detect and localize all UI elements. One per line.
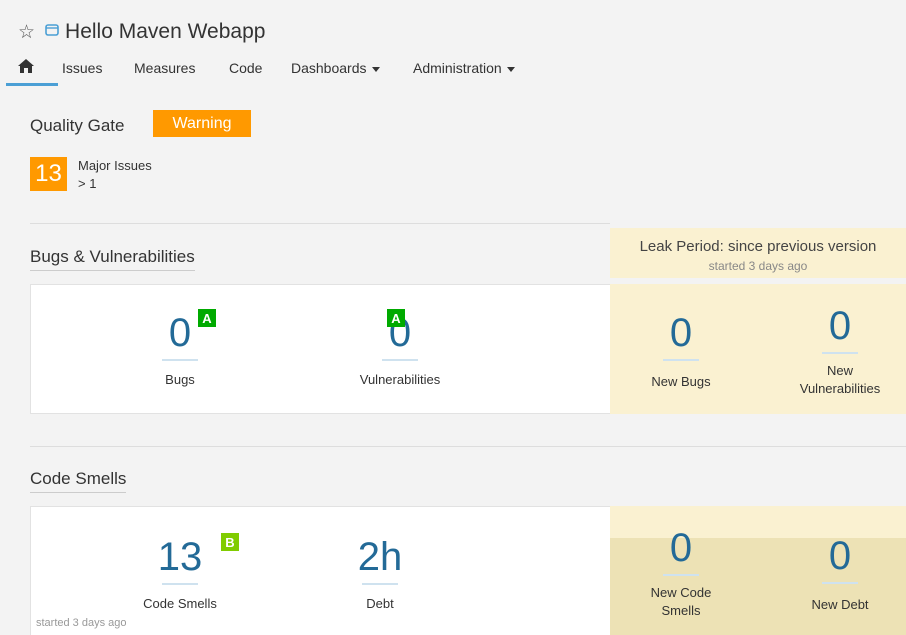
code-smells-title: Code Smells — [30, 469, 127, 493]
debt-metric: 2h Debt — [330, 537, 430, 613]
vulnerabilities-rating-badge[interactable]: A — [387, 309, 405, 327]
code-smells-metric: 13 Code Smells — [130, 537, 230, 613]
code-smells-label: Code Smells — [143, 596, 217, 611]
chevron-down-icon — [371, 66, 380, 72]
bugs-vulnerabilities-title: Bugs & Vulnerabilities — [30, 247, 195, 271]
new-vulnerabilities-label-line1: New — [826, 363, 853, 378]
metric-underline — [162, 359, 198, 361]
new-code-smells-value[interactable]: 0 — [611, 528, 751, 568]
metric-underline — [822, 582, 858, 584]
new-debt-label: New Debt — [811, 597, 869, 612]
bugs-label: Bugs — [165, 372, 195, 387]
metric-underline — [663, 574, 699, 576]
vulnerabilities-label: Vulnerabilities — [359, 372, 441, 387]
new-code-smells-label-line2: Smells — [661, 603, 701, 619]
debt-value[interactable]: 2h — [330, 537, 430, 577]
metric-underline — [822, 352, 858, 354]
section-divider — [30, 446, 906, 447]
major-issues-count[interactable]: 13 — [30, 157, 67, 191]
leak-period-title: Leak Period: since previous version — [639, 238, 877, 255]
nav-measures[interactable]: Measures — [134, 60, 195, 76]
nav-code[interactable]: Code — [229, 60, 262, 76]
project-icon — [45, 23, 59, 41]
new-vulnerabilities-label: New Vulnerabilities — [770, 362, 906, 398]
metric-underline — [663, 359, 699, 361]
new-code-smells-label-line1: New Code — [650, 585, 712, 600]
major-issues-threshold: > 1 — [78, 176, 97, 191]
metric-underline — [382, 359, 418, 361]
leak-period-started: started 3 days ago — [708, 259, 808, 273]
new-bugs-metric: 0 New Bugs — [611, 313, 751, 391]
quality-gate-label: Quality Gate — [30, 116, 125, 135]
new-bugs-value[interactable]: 0 — [611, 313, 751, 353]
leak-period-banner: Leak Period: since previous version star… — [610, 228, 906, 278]
metric-underline — [162, 583, 198, 585]
new-debt-metric: 0 New Debt — [770, 536, 906, 614]
nav-dashboards-label: Dashboards — [291, 60, 367, 76]
nav-administration[interactable]: Administration — [413, 60, 515, 76]
debt-label: Debt — [366, 596, 394, 611]
bugs-rating-badge[interactable]: A — [198, 309, 216, 327]
code-smells-started: started 3 days ago — [36, 617, 127, 629]
new-vulnerabilities-metric: 0 New Vulnerabilities — [770, 306, 906, 398]
code-smells-value[interactable]: 13 — [130, 537, 230, 577]
chevron-down-icon — [506, 66, 515, 72]
star-icon[interactable]: ☆ — [18, 23, 35, 42]
code-smells-rating-badge[interactable]: B — [221, 533, 239, 551]
section-divider — [30, 223, 610, 224]
project-nav: Issues Measures Code Dashboards Administ… — [0, 56, 906, 86]
new-code-smells-metric: 0 New Code Smells — [611, 528, 751, 620]
nav-dashboards[interactable]: Dashboards — [291, 60, 380, 76]
quality-gate-status-badge: Warning — [153, 110, 251, 137]
new-bugs-label: New Bugs — [651, 374, 711, 389]
project-header: ☆ Hello Maven Webapp Issues Measures Cod… — [0, 0, 906, 90]
home-icon — [18, 59, 34, 73]
nav-administration-label: Administration — [413, 60, 502, 76]
metric-underline — [362, 583, 398, 585]
new-debt-value[interactable]: 0 — [770, 536, 906, 576]
nav-issues[interactable]: Issues — [62, 60, 102, 76]
project-title[interactable]: Hello Maven Webapp — [65, 20, 265, 44]
new-vulnerabilities-label-line2: Vulnerabilities — [799, 381, 881, 397]
new-vulnerabilities-value[interactable]: 0 — [770, 306, 906, 346]
new-code-smells-label: New Code Smells — [611, 584, 751, 620]
major-issues-label: Major Issues — [78, 158, 152, 173]
title-row: ☆ Hello Maven Webapp — [18, 20, 265, 44]
nav-home[interactable] — [6, 56, 58, 86]
